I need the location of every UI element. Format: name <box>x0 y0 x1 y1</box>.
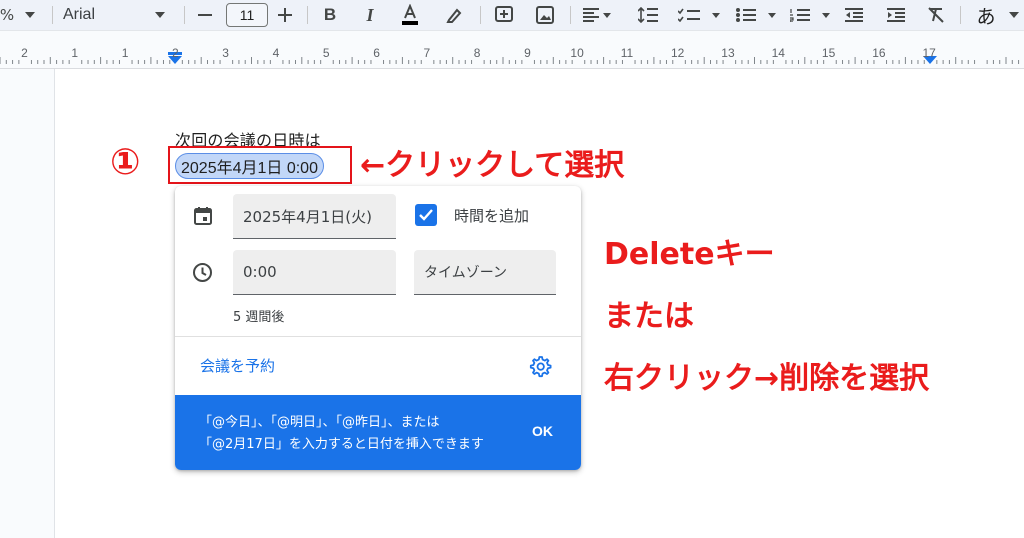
ruler-number: 14 <box>771 46 785 60</box>
ruler-number: 17 <box>922 46 936 60</box>
step2-annotation: Deleteキー <box>604 237 775 272</box>
tip-banner: 「@今日」、「@明日」、「@昨日」、または 「@2月17日」を入力すると日付を挿… <box>175 395 581 470</box>
time-input[interactable]: 0:00 <box>233 250 396 295</box>
ruler-number: 11 <box>620 46 634 60</box>
step1-marker: ① <box>110 142 141 183</box>
toolbar-divider <box>960 6 961 24</box>
ruler[interactable]: 2 1 1 2 3 4 5 6 7 8 9 10 11 12 13 14 15 16 17 <box>0 31 1024 69</box>
clock-icon <box>192 262 213 287</box>
ruler-number: 7 <box>423 46 431 60</box>
relative-date-text: 5 週間後 <box>233 310 285 325</box>
text-color-icon[interactable] <box>398 0 422 30</box>
italic-icon[interactable]: I <box>358 0 382 30</box>
decrease-font-size-icon[interactable] <box>195 0 215 30</box>
calendar-icon <box>193 206 213 230</box>
ruler-number: 2 <box>172 46 179 60</box>
zoom-suffix[interactable]: % <box>0 0 14 30</box>
toolbar-divider <box>307 6 308 24</box>
settings-gear-icon[interactable] <box>528 355 552 383</box>
ruler-number: 13 <box>721 46 735 60</box>
ruler-ticks <box>0 52 1020 64</box>
insert-image-icon[interactable] <box>533 0 557 30</box>
ruler-number: 10 <box>570 46 584 60</box>
bold-icon[interactable]: B <box>318 0 342 30</box>
tip-line-1: 「@今日」、「@明日」、「@昨日」、または <box>199 415 440 430</box>
ruler-number: 6 <box>373 46 380 60</box>
decrease-indent-icon[interactable] <box>842 0 866 30</box>
ruler-number: 5 <box>322 46 330 60</box>
input-tools-dropdown-icon[interactable] <box>1006 0 1022 30</box>
clear-formatting-icon[interactable] <box>924 0 948 30</box>
ruler-number: 16 <box>872 46 886 60</box>
bulleted-list-icon[interactable] <box>734 0 782 30</box>
increase-font-size-icon[interactable] <box>275 0 295 30</box>
highlight-icon[interactable] <box>442 0 466 30</box>
ruler-number: 1 <box>121 46 129 60</box>
toolbar-divider <box>184 6 185 24</box>
step2-alt-annotation: 右クリック→削除を選択 <box>604 361 930 396</box>
schedule-meeting-link[interactable]: 会議を予約 <box>200 355 275 376</box>
line-spacing-icon[interactable] <box>636 0 660 30</box>
font-dropdown-icon[interactable] <box>150 0 170 30</box>
annotation-highlight-box <box>168 146 352 184</box>
toolbar-divider <box>570 6 571 24</box>
step1-annotation: ←クリックして選択 <box>360 148 625 183</box>
input-tools-icon[interactable]: あ <box>968 0 1004 30</box>
ruler-number: 15 <box>821 46 836 60</box>
font-family-select[interactable]: Arial <box>63 0 95 30</box>
insert-comment-icon[interactable] <box>492 0 516 30</box>
ruler-number: 1 <box>71 46 79 60</box>
add-time-label: 時間を追加 <box>454 207 530 225</box>
tip-text: 「@今日」、「@明日」、「@昨日」、または 「@2月17日」を入力すると日付を挿… <box>199 412 484 456</box>
ruler-number: 12 <box>671 46 685 60</box>
timezone-select[interactable]: タイムゾーン <box>414 250 556 295</box>
increase-indent-icon[interactable] <box>884 0 908 30</box>
step2-or-annotation: または <box>604 299 694 334</box>
ok-button[interactable]: OK <box>532 423 553 439</box>
ruler-number: 4 <box>272 46 280 60</box>
popup-divider <box>175 336 581 337</box>
font-size-input[interactable]: 11 <box>226 3 268 27</box>
ruler-number: 9 <box>524 46 531 60</box>
ruler-number: 3 <box>222 46 229 60</box>
ruler-number: 8 <box>473 46 481 60</box>
add-time-checkbox[interactable] <box>415 204 437 226</box>
align-left-icon[interactable] <box>582 0 612 30</box>
checklist-icon[interactable] <box>676 0 724 30</box>
tip-line-2: 「@2月17日」を入力すると日付を挿入できます <box>199 437 484 452</box>
toolbar: % Arial 11 B I あ <box>0 0 1024 31</box>
checkmark-icon <box>419 209 433 221</box>
toolbar-divider <box>52 6 53 24</box>
toolbar-divider <box>480 6 481 24</box>
date-input[interactable]: 2025年4月1日(火) <box>233 194 396 239</box>
zoom-dropdown-icon[interactable] <box>20 0 40 30</box>
numbered-list-icon[interactable] <box>788 0 836 30</box>
ruler-number: 2 <box>21 46 28 60</box>
date-picker-popup: 2025年4月1日(火) 時間を追加 0:00 タイムゾーン 5 週間後 会議を… <box>175 186 581 470</box>
font-family-value: Arial <box>63 6 96 23</box>
